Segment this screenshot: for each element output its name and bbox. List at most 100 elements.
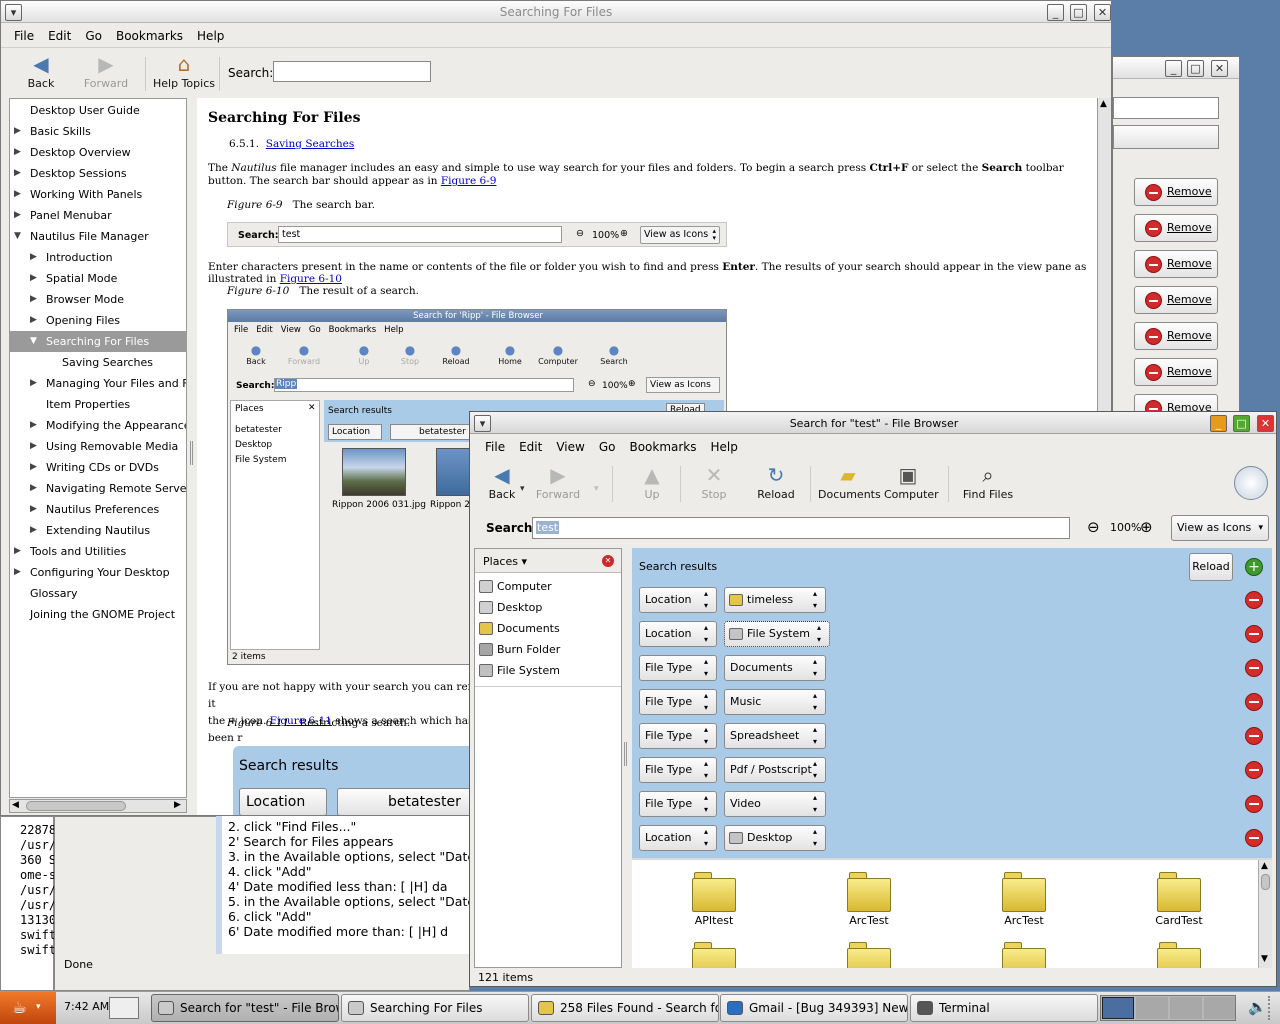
place-item[interactable]: Burn Folder (479, 640, 560, 660)
folder-icon[interactable] (1157, 940, 1201, 968)
find-button[interactable]: ⌕ Find Files (960, 464, 1016, 501)
place-item[interactable]: Desktop (479, 598, 542, 618)
scroll-left-icon[interactable]: ◀ (12, 800, 19, 810)
browser-search-input[interactable]: test (532, 517, 1070, 539)
toc-item[interactable]: ▶ Nautilus Preferences (10, 499, 186, 520)
remove-criterion-icon[interactable] (1245, 591, 1263, 609)
folder-icon[interactable] (847, 870, 891, 912)
criterion-type-combo[interactable]: File Type ▴ ▾ (639, 723, 717, 749)
places-header[interactable]: Places ▾ ✕ (475, 549, 621, 573)
scroll-down-icon[interactable]: ▼ (1261, 954, 1268, 964)
menu-edit[interactable]: Edit (512, 436, 549, 454)
folder-icon[interactable] (1157, 870, 1201, 912)
scroll-up-icon[interactable]: ▲ (1261, 861, 1268, 871)
remove-button[interactable]: Remove (1134, 178, 1218, 206)
workspace-switcher[interactable] (1100, 995, 1236, 1021)
scroll-thumb[interactable] (26, 801, 126, 811)
remove-button[interactable]: Remove (1134, 322, 1218, 350)
menu-bookmarks[interactable]: Bookmarks (622, 436, 703, 454)
figure-6-9-link[interactable]: Figure 6-9 (441, 175, 497, 187)
taskbar-task[interactable]: 258 Files Found - Search for ... (531, 994, 719, 1022)
back-button[interactable]: ◀ Back (478, 464, 526, 501)
criterion-type-combo[interactable]: File Type ▴ ▾ (639, 791, 717, 817)
stop-button[interactable]: ✕ Stop (690, 464, 738, 501)
toc-item[interactable]: ▶ Desktop Overview (10, 142, 186, 163)
toc-item[interactable]: ▶ Browser Mode (10, 289, 186, 310)
tray-handle[interactable] (1268, 996, 1276, 1020)
criterion-value-combo[interactable]: Desktop ▴ ▾ (724, 825, 826, 851)
minimize-icon[interactable]: _ (1165, 60, 1182, 77)
close-pane-icon[interactable]: ✕ (602, 555, 614, 567)
criterion-type-combo[interactable]: Location ▴ ▾ (639, 587, 717, 613)
remove-criterion-icon[interactable] (1245, 795, 1263, 813)
pane-splitter[interactable] (190, 441, 193, 465)
documents-button[interactable]: ▰ Documents (818, 464, 881, 501)
remove-button[interactable]: Remove (1134, 250, 1218, 278)
toc-item[interactable]: Saving Searches (10, 352, 186, 373)
workspace-3[interactable] (1170, 997, 1202, 1019)
menu-file[interactable]: File (478, 436, 512, 454)
zoom-in-icon[interactable]: ⊕ (1140, 518, 1153, 536)
folder-icon[interactable] (1002, 870, 1046, 912)
remove-criterion-icon[interactable] (1245, 625, 1263, 643)
menu-edit[interactable]: Edit (41, 25, 78, 43)
remove-button[interactable]: Remove (1134, 214, 1218, 242)
forward-button[interactable]: ▶ Forward (83, 53, 129, 90)
toc-item[interactable]: ▶ Desktop Sessions (10, 163, 186, 184)
taskbar-task[interactable]: Terminal (910, 994, 1098, 1022)
expander-closed-icon[interactable]: ▶ (30, 247, 37, 268)
criterion-type-combo[interactable]: Location ▴ ▾ (639, 621, 717, 647)
maximize-icon[interactable]: □ (1187, 60, 1204, 77)
close-icon[interactable]: ✕ (1211, 60, 1228, 77)
toc-item[interactable]: ▶ Tools and Utilities (10, 541, 186, 562)
saving-searches-link[interactable]: Saving Searches (266, 138, 355, 150)
criterion-value-combo[interactable]: Music ▴ ▾ (724, 689, 826, 715)
expander-closed-icon[interactable]: ▶ (30, 415, 37, 436)
toc-item[interactable]: ▶ Modifying the Appearance of (10, 415, 186, 436)
toc-item[interactable]: ▶ Extending Nautilus (10, 520, 186, 541)
chevron-down-icon[interactable]: ▾ (594, 484, 599, 494)
toc-item[interactable]: ▶ Managing Your Files and Fo (10, 373, 186, 394)
close-icon[interactable]: ✕ (1094, 4, 1111, 21)
expander-closed-icon[interactable]: ▶ (30, 457, 37, 478)
criterion-type-combo[interactable]: File Type ▴ ▾ (639, 757, 717, 783)
main-menu-button[interactable]: ☕ ▾ (0, 992, 56, 1024)
tree-hscrollbar[interactable]: ◀ ▶ (9, 799, 187, 813)
remove-criterion-icon[interactable] (1245, 727, 1263, 745)
remove-criterion-icon[interactable] (1245, 761, 1263, 779)
criterion-value-combo[interactable]: timeless ▴ ▾ (724, 587, 826, 613)
expander-closed-icon[interactable]: ▶ (14, 184, 21, 205)
expander-closed-icon[interactable]: ▶ (30, 520, 37, 541)
menu-bookmarks[interactable]: Bookmarks (109, 25, 190, 43)
remove-button[interactable]: Remove (1134, 358, 1218, 386)
toc-item[interactable]: ▶ Using Removable Media (10, 436, 186, 457)
menu-help[interactable]: Help (190, 25, 231, 43)
workspace-4[interactable] (1204, 997, 1235, 1019)
file-label[interactable]: ArcTest (819, 914, 919, 927)
folder-icon[interactable] (692, 870, 736, 912)
toc-item[interactable]: ▶ Basic Skills (10, 121, 186, 142)
scroll-right-icon[interactable]: ▶ (174, 800, 181, 810)
expander-closed-icon[interactable]: ▶ (30, 373, 37, 394)
criterion-value-combo[interactable]: Spreadsheet ▴ ▾ (724, 723, 826, 749)
toc-item[interactable]: ▶ Navigating Remote Servers (10, 478, 186, 499)
volume-icon[interactable]: 🔈 (1248, 998, 1267, 1016)
forward-button[interactable]: ▶ Forward (534, 464, 582, 501)
view-as-combo[interactable]: View as Icons ▾ (1171, 515, 1269, 541)
taskbar-task[interactable]: Searching For Files (341, 994, 529, 1022)
pane-splitter[interactable] (624, 742, 627, 766)
maximize-icon[interactable]: □ (1233, 415, 1250, 432)
reload-button[interactable]: Reload (1189, 553, 1233, 581)
folder-icon[interactable] (847, 940, 891, 968)
clock[interactable]: 7:42 AM (64, 1000, 109, 1013)
expander-closed-icon[interactable]: ▶ (30, 268, 37, 289)
add-criterion-icon[interactable]: + (1245, 558, 1263, 576)
toc-item[interactable]: Glossary (10, 583, 186, 604)
workspace-2[interactable] (1136, 997, 1168, 1019)
menu-file[interactable]: File (7, 25, 41, 43)
up-button[interactable]: ▲ Up (628, 464, 676, 501)
toc-item[interactable]: Item Properties (10, 394, 186, 415)
file-label[interactable]: APItest (664, 914, 764, 927)
help-search-input[interactable] (273, 61, 431, 82)
expander-closed-icon[interactable]: ▶ (14, 541, 21, 562)
